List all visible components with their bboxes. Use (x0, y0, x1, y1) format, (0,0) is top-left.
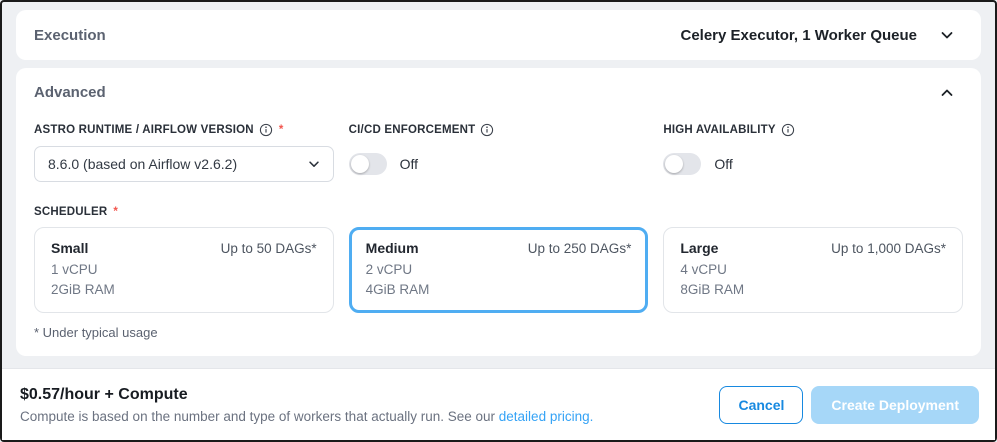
scheduler-option-name: Medium (366, 240, 419, 256)
scheduler-option-capacity: Up to 50 DAGs* (221, 241, 317, 256)
detailed-pricing-link[interactable]: detailed pricing. (499, 409, 594, 424)
cicd-enforcement-toggle[interactable] (349, 153, 387, 175)
toggle-knob (665, 155, 683, 173)
scheduler-option-ram: 4GiB RAM (366, 280, 632, 300)
pricing-description: Compute is based on the number and type … (20, 409, 593, 424)
pricing-footer: $0.57/hour + Compute Compute is based on… (2, 368, 995, 440)
scheduler-option-ram: 8GiB RAM (680, 280, 946, 300)
pricing-summary: $0.57/hour + Compute Compute is based on… (20, 386, 593, 424)
scheduler-option-ram: 2GiB RAM (51, 280, 317, 300)
create-deployment-button[interactable]: Create Deployment (811, 386, 979, 424)
info-icon[interactable] (480, 123, 494, 137)
scheduler-option-capacity: Up to 1,000 DAGs* (831, 241, 946, 256)
runtime-version-label-row: ASTRO RUNTIME / AIRFLOW VERSION * (34, 123, 334, 137)
required-asterisk: * (113, 206, 118, 218)
execution-summary: Celery Executor, 1 Worker Queue (681, 27, 956, 44)
high-availability-control: Off (663, 146, 963, 182)
cicd-enforcement-label: CI/CD ENFORCEMENT (349, 124, 476, 136)
advanced-section-title: Advanced (34, 84, 106, 101)
required-asterisk: * (279, 124, 284, 136)
scheduler-option-cpu: 2 vCPU (366, 260, 632, 280)
runtime-version-label: ASTRO RUNTIME / AIRFLOW VERSION (34, 124, 254, 136)
scheduler-options: Small Up to 50 DAGs* 1 vCPU 2GiB RAM Med… (34, 227, 963, 313)
scheduler-option-header: Large Up to 1,000 DAGs* (680, 240, 946, 256)
cicd-enforcement-field: CI/CD ENFORCEMENT Off (349, 123, 649, 182)
scheduler-option-name: Large (680, 240, 718, 256)
scheduler-option-cpu: 1 vCPU (51, 260, 317, 280)
info-icon[interactable] (259, 123, 273, 137)
execution-section-title: Execution (34, 27, 106, 44)
high-availability-label-row: HIGH AVAILABILITY (663, 123, 963, 137)
scheduler-option-cpu: 4 vCPU (680, 260, 946, 280)
high-availability-toggle[interactable] (663, 153, 701, 175)
scheduler-option-capacity: Up to 250 DAGs* (528, 241, 632, 256)
runtime-version-selected-value: 8.6.0 (based on Airflow v2.6.2) (48, 156, 237, 172)
high-availability-label: HIGH AVAILABILITY (663, 124, 775, 136)
advanced-section-header[interactable]: Advanced (34, 84, 963, 101)
scheduler-option-name: Small (51, 240, 88, 256)
advanced-section: Advanced ASTRO RUNTIME / AIRFLOW VERSION… (16, 68, 981, 356)
scheduler-option-header: Medium Up to 250 DAGs* (366, 240, 632, 256)
execution-selected-value: Celery Executor, 1 Worker Queue (681, 27, 918, 44)
high-availability-field: HIGH AVAILABILITY Off (663, 123, 963, 182)
cicd-enforcement-state: Off (400, 156, 418, 172)
deployment-config-page: Execution Celery Executor, 1 Worker Queu… (2, 2, 995, 368)
runtime-version-field: ASTRO RUNTIME / AIRFLOW VERSION * 8.6.0 … (34, 123, 334, 182)
pricing-description-text: Compute is based on the number and type … (20, 409, 499, 424)
chevron-up-icon[interactable] (939, 85, 955, 101)
info-icon[interactable] (781, 123, 795, 137)
scheduler-option-small[interactable]: Small Up to 50 DAGs* 1 vCPU 2GiB RAM (34, 227, 334, 313)
cicd-enforcement-control: Off (349, 146, 649, 182)
scheduler-footnote: * Under typical usage (34, 325, 963, 340)
scheduler-option-header: Small Up to 50 DAGs* (51, 240, 317, 256)
scheduler-label-row: SCHEDULER * (34, 206, 963, 218)
high-availability-state: Off (714, 156, 732, 172)
cicd-enforcement-label-row: CI/CD ENFORCEMENT (349, 123, 649, 137)
chevron-down-icon (307, 157, 321, 171)
scheduler-option-medium[interactable]: Medium Up to 250 DAGs* 2 vCPU 4GiB RAM (349, 227, 649, 313)
execution-section-header[interactable]: Execution Celery Executor, 1 Worker Queu… (16, 10, 981, 60)
cancel-button[interactable]: Cancel (719, 386, 803, 424)
chevron-down-icon[interactable] (939, 27, 955, 43)
runtime-version-select[interactable]: 8.6.0 (based on Airflow v2.6.2) (34, 146, 334, 182)
toggle-knob (351, 155, 369, 173)
scheduler-label: SCHEDULER (34, 206, 107, 218)
footer-actions: Cancel Create Deployment (719, 386, 979, 424)
advanced-fields-row: ASTRO RUNTIME / AIRFLOW VERSION * 8.6.0 … (34, 123, 963, 182)
price-per-hour: $0.57/hour + Compute (20, 386, 593, 404)
scheduler-option-large[interactable]: Large Up to 1,000 DAGs* 4 vCPU 8GiB RAM (663, 227, 963, 313)
